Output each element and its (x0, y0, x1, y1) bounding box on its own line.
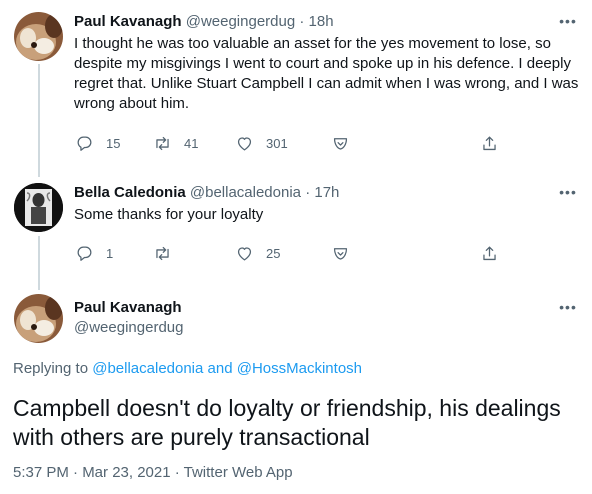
like-icon (237, 136, 252, 150)
reply-icon (77, 246, 92, 261)
replying-user-bellacaledonia[interactable]: @bellacaledonia (92, 360, 203, 377)
reply-icon (77, 136, 92, 151)
tweet2-report-button[interactable] (331, 243, 350, 263)
replying-prefix: Replying to (13, 360, 89, 377)
tweet2-author-handle[interactable]: @bellacaledonia (190, 184, 301, 201)
share-icon (483, 246, 496, 260)
share-icon (483, 136, 496, 150)
avatar-main-paul-kavanagh[interactable] (14, 294, 63, 343)
tweet2-actions: 1 25 (75, 243, 585, 263)
tweet1-retweet-button[interactable]: 41 (153, 133, 198, 153)
thread-line-2 (38, 236, 40, 290)
tweet2-header: Bella Caledonia @bellacaledonia · 17h (74, 183, 339, 203)
replying-user-hossmackintosh[interactable]: @HossMackintosh (237, 360, 362, 377)
tweet2-text: Some thanks for your loyalty (74, 206, 264, 223)
main-tweet-text: Campbell doesn't do loyalty or friendshi… (13, 395, 561, 450)
tweet1-reply-count: 15 (106, 135, 121, 151)
tweet2-separator: · (305, 184, 311, 201)
main-author-name[interactable]: Paul Kavanagh (74, 298, 182, 318)
main-tweet-meta[interactable]: 5:37 PM · Mar 23, 2021 · Twitter Web App (13, 463, 293, 483)
tweet1-header: Paul Kavanagh @weegingerdug · 18h (74, 12, 334, 32)
tweet2-like-button[interactable]: 25 (235, 243, 280, 263)
tweet1-timestamp[interactable]: 18h (309, 13, 334, 30)
tweet1-author-name[interactable]: Paul Kavanagh (74, 13, 182, 30)
avatar-bella-caledonia[interactable] (14, 183, 63, 232)
tweet2-reply-count: 1 (106, 245, 114, 261)
tweet1-separator: · (299, 13, 305, 30)
main-more-icon[interactable]: ••• (558, 300, 578, 320)
like-icon (237, 246, 252, 260)
tweet2-share-button[interactable] (480, 243, 499, 263)
tweet2-author-name[interactable]: Bella Caledonia (74, 184, 186, 201)
replying-and: and (207, 360, 233, 377)
tweet1-actions: 15 41 301 (75, 133, 585, 153)
tweet2-more-icon[interactable]: ••• (558, 185, 578, 205)
tweet1-more-icon[interactable]: ••• (558, 14, 578, 34)
tweet2-reply-button[interactable]: 1 (75, 243, 113, 263)
main-author-handle[interactable]: @weegingerdug (74, 318, 183, 338)
tweet1-reply-button[interactable]: 15 (75, 133, 120, 153)
replying-to: Replying to @bellacaledonia and @HossMac… (13, 359, 362, 379)
tweet2-retweet-button[interactable] (153, 243, 184, 263)
retweet-icon (156, 246, 169, 260)
tweet1-author-handle[interactable]: @weegingerdug (186, 13, 295, 30)
report-icon (333, 137, 348, 150)
tweet1-text: I thought he was too valuable an asset f… (74, 35, 579, 112)
tweet2-like-count: 25 (266, 245, 281, 261)
report-icon (333, 247, 348, 260)
tweet1-share-button[interactable] (480, 133, 499, 153)
tweet1-report-button[interactable] (331, 133, 350, 153)
tweet1-like-count: 301 (266, 135, 288, 151)
avatar-paul-kavanagh[interactable] (14, 12, 63, 61)
retweet-icon (156, 136, 169, 150)
tweet2-timestamp[interactable]: 17h (314, 184, 339, 201)
tweet1-retweet-count: 41 (184, 135, 199, 151)
tweet1-like-button[interactable]: 301 (235, 133, 288, 153)
thread-line-1 (38, 64, 40, 177)
